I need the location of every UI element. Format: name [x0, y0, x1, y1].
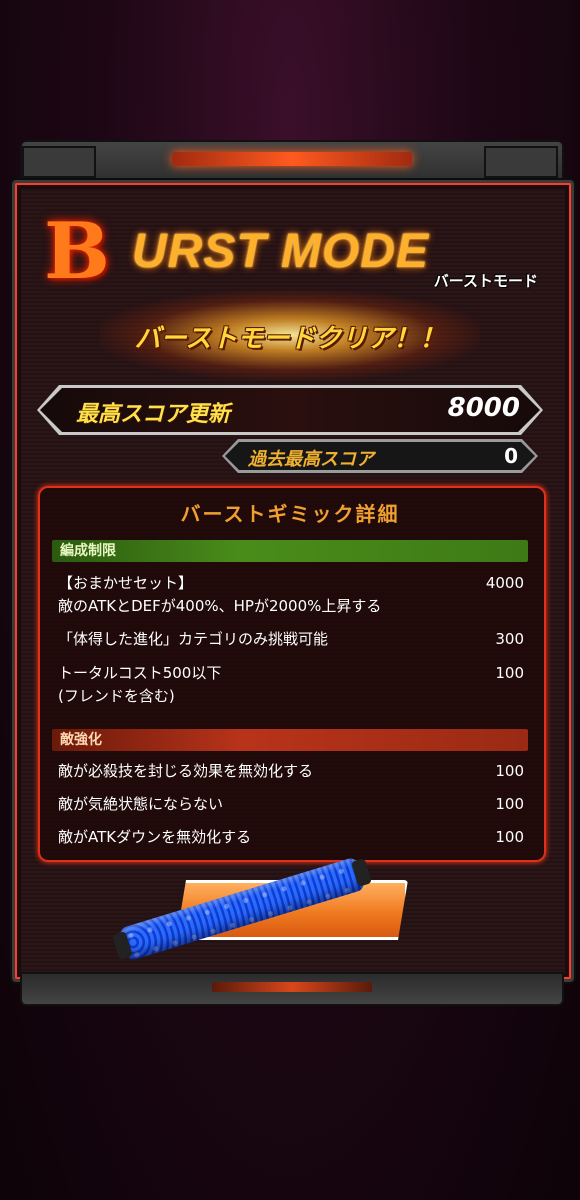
row-value: 300	[495, 630, 524, 648]
section-header-enemy-buff: 敵強化	[52, 729, 528, 751]
logo-word: URST MODE	[132, 225, 429, 278]
details-title: バーストギミック詳細	[180, 502, 400, 526]
bottom-cap-glow	[212, 982, 372, 992]
past-score-label: 過去最高スコア	[248, 449, 374, 470]
row-value: 100	[495, 762, 524, 780]
row-text: 敵がATKダウンを無効化する	[58, 828, 252, 846]
row-text: 敵が必殺技を封じる効果を無効化する	[58, 762, 314, 780]
clear-banner: バーストモードクリア！！	[134, 324, 446, 354]
panel-bottom-cap	[20, 972, 564, 1006]
row-value: 100	[495, 828, 524, 846]
top-right-bracket	[484, 146, 558, 178]
row-text-line2: 敵のATKとDEFが400%、HPが2000%上昇する	[58, 597, 382, 615]
burst-mode-logo: B URST MODE バーストモード	[40, 210, 540, 300]
row-text: 敵が気絶状態にならない	[58, 795, 224, 813]
row-value: 100	[495, 795, 524, 813]
row-text: 【おまかせセット】	[58, 574, 194, 592]
logo-subtitle: バーストモード	[433, 272, 538, 290]
past-score-value: 0	[504, 444, 518, 468]
section-header-team-restriction: 編成制限	[52, 540, 528, 562]
top-left-bracket	[22, 146, 96, 178]
row-text: 「体得した進化」カテゴリのみ挑戦可能	[58, 630, 329, 648]
best-score-value: 8000	[447, 393, 520, 423]
row-text: トータルコスト500以下	[58, 664, 222, 682]
row-value: 4000	[485, 574, 524, 592]
best-score-label: 最高スコア更新	[76, 402, 231, 427]
row-text-line2: (フレンドを含む)	[58, 687, 175, 705]
top-cap-glow	[172, 152, 412, 166]
logo-flame-letter: B	[44, 206, 110, 297]
row-value: 100	[495, 664, 524, 682]
